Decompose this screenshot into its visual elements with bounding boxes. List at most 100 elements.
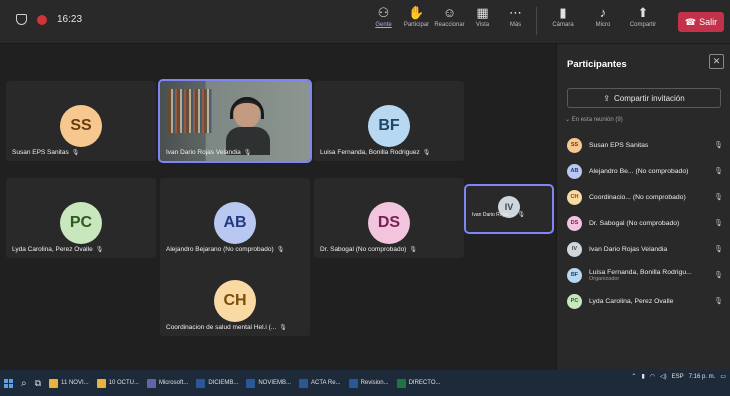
- avatar: CH: [567, 189, 582, 205]
- avatar-initials: DS: [368, 202, 410, 244]
- taskbar-app-button[interactable]: 11 NOVI...: [45, 372, 93, 394]
- participant-name: Alejandro Bejarano (No comprobado): [166, 246, 274, 253]
- avatar: PC: [567, 293, 582, 309]
- participant-list-item[interactable]: CH Coordinacio... (No comprobado) 🎙: [557, 184, 730, 210]
- toolbar-más-button[interactable]: ⋯ Más: [499, 4, 532, 38]
- participant-name: Ivan Dario Rojas Velandia: [589, 245, 668, 253]
- more-icon: ⋯: [509, 5, 522, 20]
- taskbar-app-button[interactable]: DIRECTO...: [393, 372, 445, 394]
- device-camera-button[interactable]: ▮ Cámara: [543, 4, 583, 38]
- participant-list-name: Luisa Fernanda, Bonilla Rodrigu... Organi…: [589, 269, 713, 282]
- mic-muted-icon: 🎙: [714, 298, 723, 305]
- app-icon: [196, 378, 206, 388]
- taskbar-app-label: ACTA Re...: [311, 380, 341, 386]
- device-mic-button[interactable]: ♪ Micro: [583, 4, 623, 38]
- react-icon: ☺: [442, 5, 457, 20]
- participant-name: Lyda Carolina, Perez Ovalle: [589, 297, 674, 305]
- avatar-initials: AB: [214, 202, 256, 244]
- battery-icon[interactable]: ▮: [641, 373, 644, 380]
- participant-name: Coordinacion de salud mental Hel.i (...: [166, 324, 277, 331]
- participant-list-name: Coordinacio... (No comprobado): [589, 194, 713, 201]
- mic-muted-icon: 🎙: [714, 168, 723, 175]
- mic-muted-icon: 🎙: [714, 194, 723, 201]
- toolbar-vista-button[interactable]: ▦ Vista: [466, 4, 499, 38]
- participant-list-name: Ivan Dario Rojas Velandia: [589, 246, 713, 253]
- participant-tile[interactable]: SS Susan EPS Sanitas 🎙: [6, 81, 156, 161]
- start-button[interactable]: [0, 372, 17, 394]
- language-indicator[interactable]: ESP: [672, 374, 684, 380]
- participant-tile[interactable]: AB Alejandro Bejarano (No comprobado) 🎙: [160, 178, 310, 258]
- participant-name: Coordinacio... (No comprobado): [589, 193, 686, 201]
- avatar: IV: [567, 241, 582, 257]
- avatar-initials: BF: [368, 105, 410, 147]
- toolbar-reaccionar-button[interactable]: ☺ Reaccionar: [433, 4, 466, 38]
- share-icon: ⬆: [637, 5, 649, 20]
- participant-role: Organizador: [589, 275, 620, 282]
- app-icon: [246, 378, 256, 388]
- participant-video-tile[interactable]: Ivan Dario Rojas Velandia 🎙: [158, 79, 312, 163]
- share-invite-button[interactable]: ⇪ Compartir invitación: [567, 88, 721, 108]
- participant-name: Lyda Carolina, Perez Ovalle: [12, 246, 93, 253]
- toolbar-participar-button[interactable]: ✋ Participar: [400, 4, 433, 38]
- mic-muted-icon: 🎙: [276, 247, 285, 253]
- network-icon[interactable]: ◠: [650, 373, 655, 380]
- search-icon: ⌕: [21, 377, 27, 389]
- participant-name-label: Ivan Dario Rojas Velandia 🎙: [166, 149, 251, 156]
- participant-name-label: Lyda Carolina, Perez Ovalle 🎙: [12, 246, 103, 253]
- clock[interactable]: 7:16 p. m.: [689, 374, 716, 380]
- participant-list-item[interactable]: BF Luisa Fernanda, Bonilla Rodrigu... Orga…: [557, 262, 730, 288]
- participant-list-item[interactable]: PC Lyda Carolina, Perez Ovalle 🎙: [557, 288, 730, 314]
- participant-tile[interactable]: BF Luisa Fernanda, Bonilla Rodriguez 🎙: [314, 81, 464, 161]
- toolbar-gente-button[interactable]: ⚇ Gente: [367, 4, 400, 38]
- participant-name: Dr. Sabogal (No comprobado): [320, 246, 407, 253]
- participant-name-label: Luisa Fernanda, Bonilla Rodriguez 🎙: [320, 149, 430, 156]
- in-meeting-section-header[interactable]: ⌄ En esta reunión (9): [565, 116, 623, 123]
- participant-list-item[interactable]: IV Ivan Dario Rojas Velandia 🎙: [557, 236, 730, 262]
- taskbar-app-label: 10 OCTU...: [108, 380, 139, 386]
- windows-taskbar: ⌕ ⧉ 11 NOVI... 10 OCTU... Microsoft... DICI…: [0, 370, 730, 396]
- task-view-button[interactable]: ⧉: [31, 372, 45, 394]
- avatar: SS: [567, 137, 582, 153]
- chevron-up-icon[interactable]: ⌃: [631, 373, 636, 380]
- teams-meeting-window: 16:23 ⚇ Gente ✋ Participar ☺ Reaccionar ▦ Vista…: [0, 0, 730, 396]
- share-invite-label: Compartir invitación: [614, 93, 685, 103]
- taskbar-app-button[interactable]: 10 OCTU...: [93, 372, 143, 394]
- taskbar-app-label: DIRECTO...: [408, 380, 441, 386]
- participant-tile[interactable]: CH Coordinacion de salud mental Hel.i (..…: [160, 256, 310, 336]
- avatar-initials: SS: [60, 105, 102, 147]
- participant-name-label: Coordinacion de salud mental Hel.i (... 🎙: [166, 324, 287, 331]
- close-icon: ✕: [712, 56, 721, 66]
- participant-list-item[interactable]: SS Susan EPS Sanitas 🎙: [557, 132, 730, 158]
- taskbar-app-label: NOVIEMB...: [258, 380, 291, 386]
- taskbar-app-button[interactable]: NOVIEMB...: [242, 372, 295, 394]
- device-share-button[interactable]: ⬆ Compartir: [623, 4, 663, 38]
- taskbar-app-label: Revision...: [360, 380, 389, 386]
- participant-tile[interactable]: PC Lyda Carolina, Perez Ovalle 🎙: [6, 178, 156, 258]
- participant-tile[interactable]: IV Ivan Dario Rojas ... 🎙: [464, 184, 554, 234]
- app-icon: [96, 378, 106, 388]
- app-icon: [396, 378, 406, 388]
- participant-list-name: Lyda Carolina, Perez Ovalle: [589, 298, 713, 305]
- mic-muted-icon: 🎙: [243, 150, 252, 156]
- mic-icon: ♪: [599, 5, 607, 20]
- windows-icon: [4, 378, 13, 388]
- taskbar-app-button[interactable]: ACTA Re...: [295, 372, 345, 394]
- participant-tile[interactable]: DS Dr. Sabogal (No comprobado) 🎙: [314, 178, 464, 258]
- taskbar-app-button[interactable]: DICIEMB...: [192, 372, 242, 394]
- taskbar-app-button[interactable]: Revision...: [345, 372, 393, 394]
- avatar: BF: [567, 267, 582, 283]
- participant-name-label: Ivan Dario Rojas ... 🎙: [472, 211, 525, 218]
- mic-muted-icon: 🎙: [714, 246, 723, 253]
- participant-list-item[interactable]: AB Alejandro Be... (No comprobado) 🎙: [557, 158, 730, 184]
- shield-icon: [16, 14, 27, 25]
- leave-button[interactable]: ☎ Salir: [678, 12, 724, 32]
- participant-list-item[interactable]: DS Dr. Sabogal (No comprobado) 🎙: [557, 210, 730, 236]
- mic-muted-icon: 🎙: [714, 142, 723, 149]
- taskbar-app-button[interactable]: Microsoft...: [143, 372, 192, 394]
- participant-name: Susan EPS Sanitas: [12, 149, 69, 156]
- volume-icon[interactable]: ◁): [660, 373, 667, 380]
- search-button[interactable]: ⌕: [17, 372, 31, 394]
- close-panel-button[interactable]: ✕: [709, 54, 724, 69]
- phone-hangup-icon: ☎: [684, 16, 697, 27]
- notifications-icon[interactable]: ▭: [720, 373, 726, 380]
